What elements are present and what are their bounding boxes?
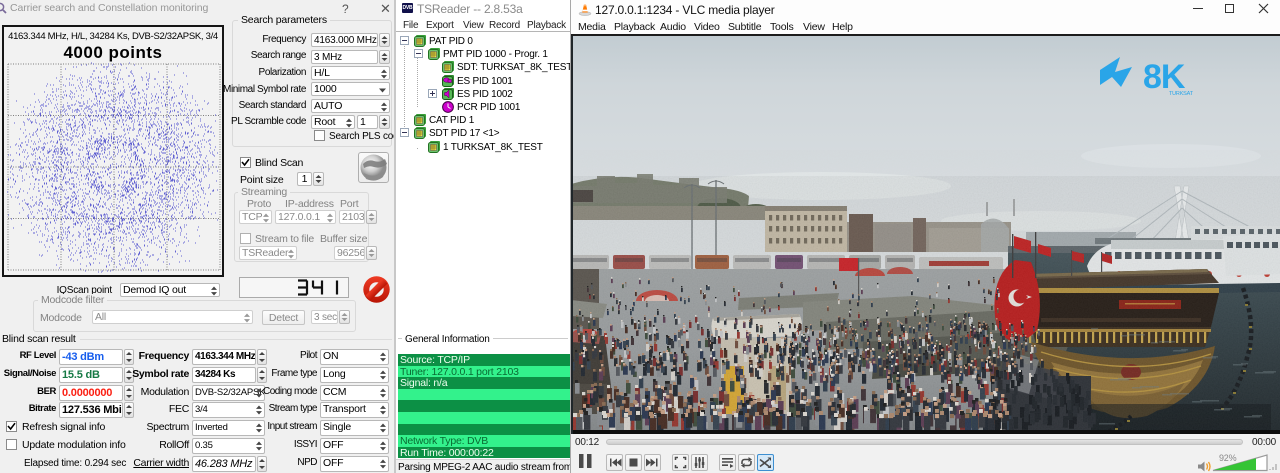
svg-text:TURKSAT: TURKSAT xyxy=(1169,91,1194,97)
